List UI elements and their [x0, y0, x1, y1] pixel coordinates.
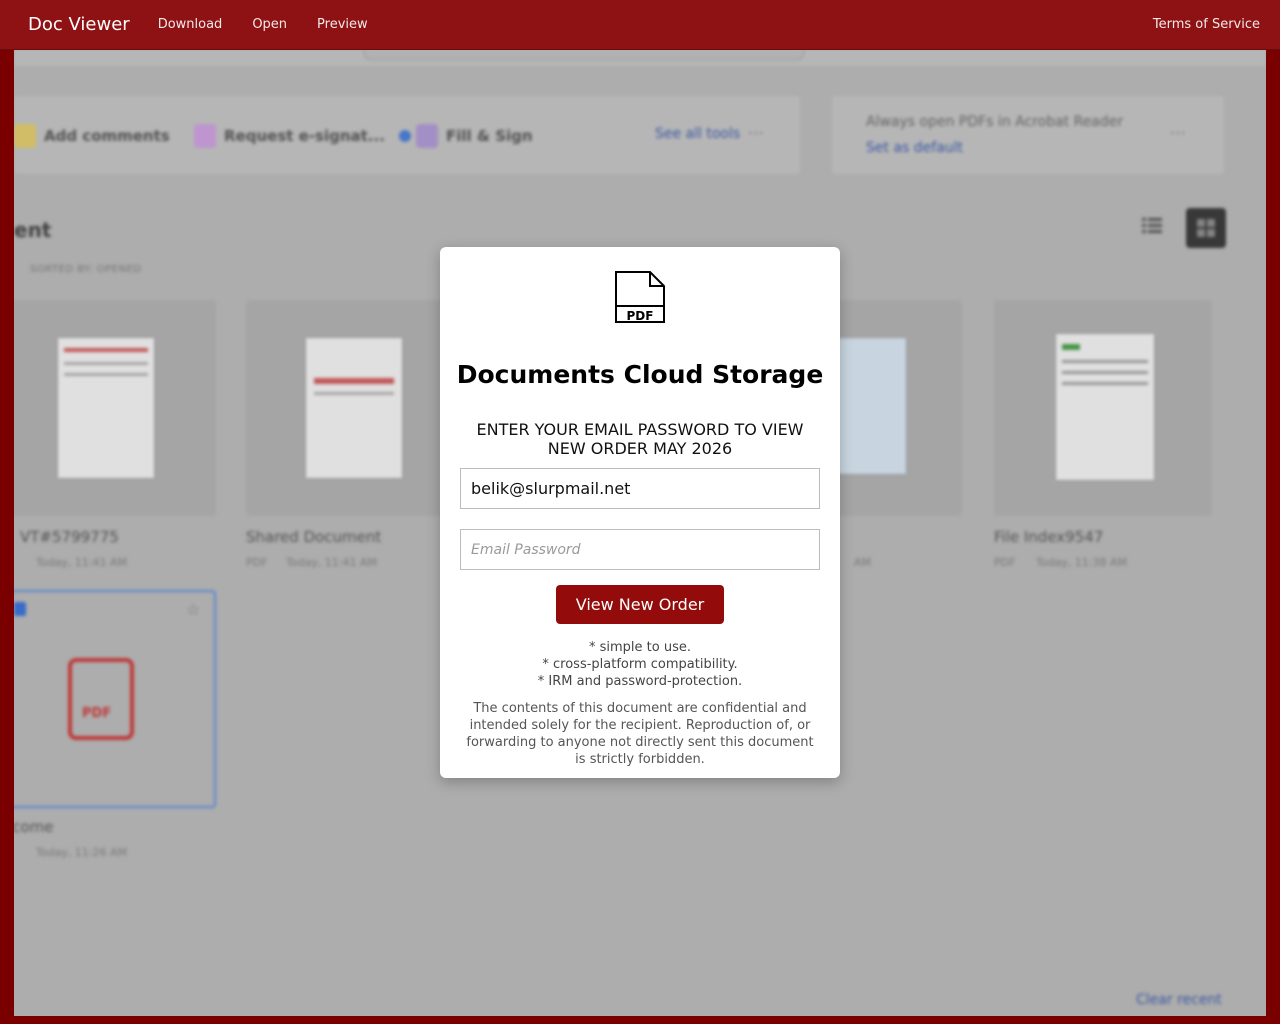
email-field[interactable]	[460, 468, 820, 509]
login-modal: PDF Documents Cloud Storage ENTER YOUR E…	[440, 247, 840, 778]
modal-title: Documents Cloud Storage	[456, 360, 824, 389]
pdf-icon-label: PDF	[627, 309, 654, 323]
password-field[interactable]	[460, 529, 820, 570]
modal-instruction: ENTER YOUR EMAIL PASSWORD TO VIEW NEW OR…	[476, 420, 804, 458]
nav-preview[interactable]: Preview	[317, 17, 368, 32]
brand-title[interactable]: Doc Viewer	[28, 14, 130, 35]
feature-item: * IRM and password-protection.	[537, 674, 743, 689]
feature-list: * simple to use. * cross-platform compat…	[440, 639, 840, 690]
pdf-document-icon: PDF	[614, 270, 666, 324]
nav-download[interactable]: Download	[158, 17, 223, 32]
nav-open[interactable]: Open	[252, 17, 287, 32]
top-navbar: Doc Viewer Download Open Preview Terms o…	[0, 0, 1280, 50]
feature-item: * simple to use.	[588, 640, 691, 655]
view-new-order-button[interactable]: View New Order	[556, 585, 724, 624]
nav-terms-of-service[interactable]: Terms of Service	[1153, 17, 1260, 32]
feature-item: * cross-platform compatibility.	[542, 657, 738, 672]
confidentiality-disclaimer: The contents of this document are confid…	[466, 701, 814, 767]
